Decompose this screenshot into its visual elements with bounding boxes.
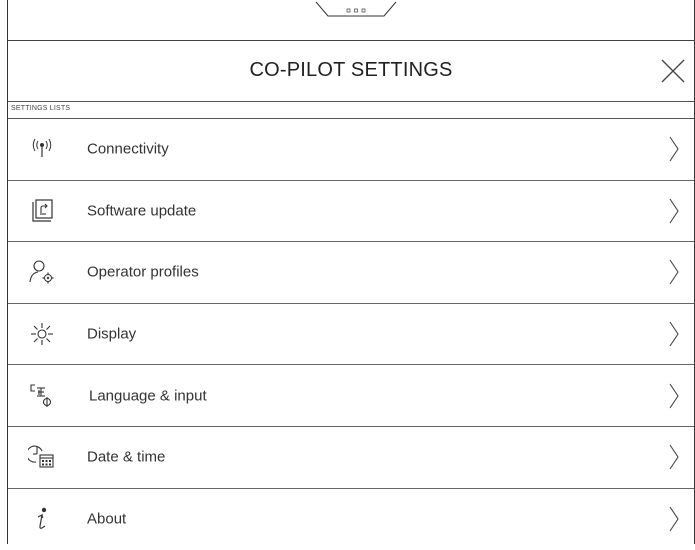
chevron-right-icon xyxy=(669,383,679,408)
list-item-label: Date & time xyxy=(87,448,166,466)
antenna-icon xyxy=(28,135,56,163)
chevron-right-icon xyxy=(669,321,679,347)
list-item-label: Software update xyxy=(87,202,197,220)
info-icon xyxy=(28,505,56,533)
list-item-about[interactable]: About xyxy=(8,489,694,550)
language-icon xyxy=(28,382,56,410)
section-label: SETTINGS LISTS xyxy=(11,105,71,112)
header: CO-PILOT SETTINGS xyxy=(8,41,694,102)
list-item-label: About xyxy=(87,510,127,528)
list-item-label: Display xyxy=(87,325,137,343)
top-handle-bar xyxy=(8,0,694,41)
list-item-software-update[interactable]: Software update xyxy=(8,181,694,243)
list-item-operator-profiles[interactable]: Operator profiles xyxy=(8,242,694,304)
list-item-display[interactable]: Display xyxy=(8,304,694,366)
settings-panel: CO-PILOT SETTINGS SETTINGS LISTS Connect… xyxy=(7,0,695,544)
chevron-right-icon xyxy=(669,444,679,470)
operator-profile-icon xyxy=(28,258,56,286)
chevron-right-icon xyxy=(669,136,679,162)
list-item-label: Connectivity xyxy=(87,140,169,158)
clock-calendar-icon xyxy=(28,443,56,471)
list-item-connectivity[interactable]: Connectivity xyxy=(8,119,694,181)
page-title: CO-PILOT SETTINGS xyxy=(249,59,453,81)
list-item-label: Operator profiles xyxy=(87,263,199,281)
chevron-right-icon xyxy=(669,507,679,532)
drag-handle[interactable] xyxy=(314,0,398,20)
chevron-right-icon xyxy=(669,260,679,285)
chevron-right-icon xyxy=(669,198,679,224)
close-icon xyxy=(661,59,685,83)
settings-list: Connectivity Software update Operator pr… xyxy=(8,119,694,550)
list-item-language-input[interactable]: Language & input xyxy=(8,365,694,427)
list-item-date-time[interactable]: Date & time xyxy=(8,427,694,489)
software-update-icon xyxy=(28,197,56,225)
brightness-icon xyxy=(28,320,56,348)
close-button[interactable] xyxy=(660,58,686,84)
list-item-label: Language & input xyxy=(89,387,207,405)
